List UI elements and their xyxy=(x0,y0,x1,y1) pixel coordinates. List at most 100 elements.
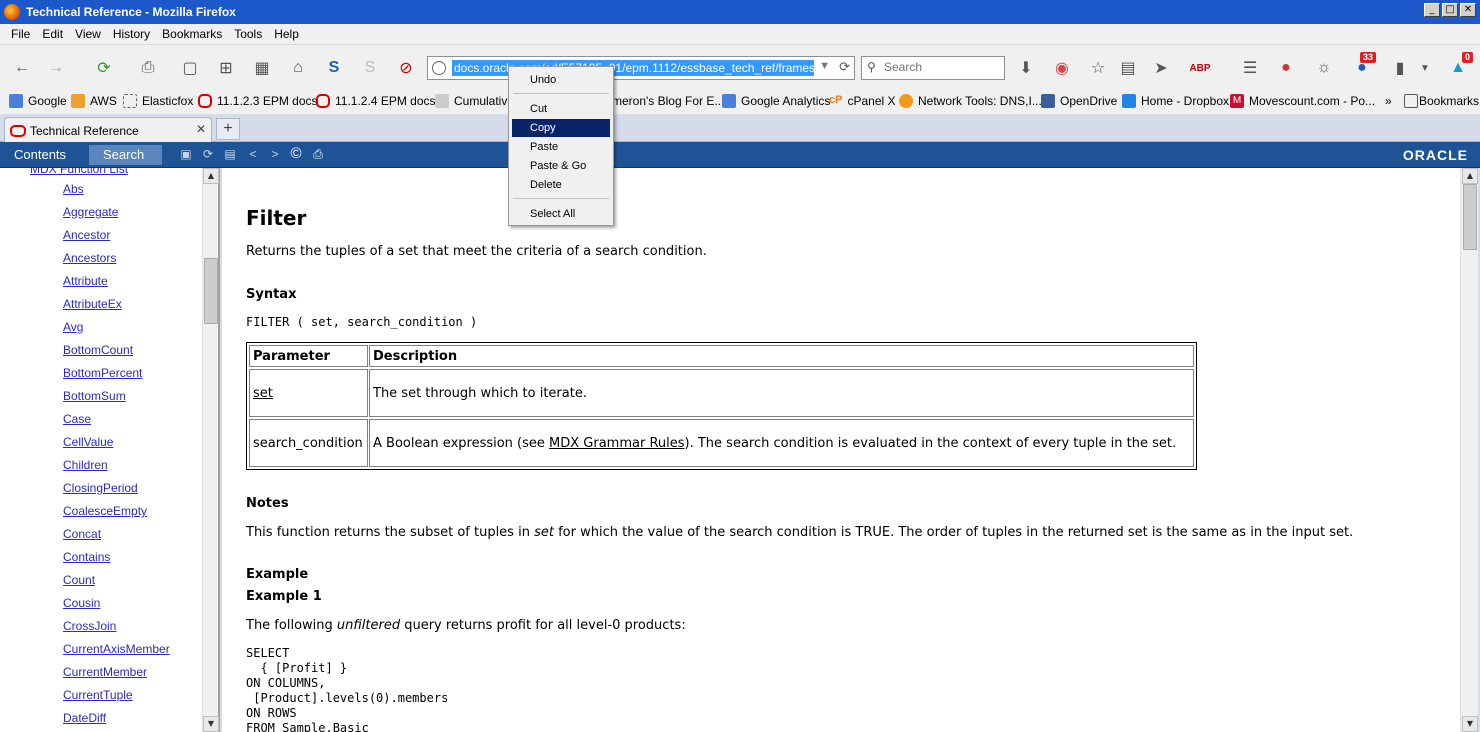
list-header-link[interactable]: MDX Function List xyxy=(30,168,128,176)
bookmark-cumulative[interactable]: Cumulative xyxy=(435,94,514,108)
bookmark-dropbox[interactable]: Home - Dropbox xyxy=(1122,94,1229,108)
battery-icon[interactable]: ▮ xyxy=(1390,58,1410,78)
scroll-thumb[interactable] xyxy=(204,258,218,324)
reload-icon[interactable]: ⟳ xyxy=(839,59,850,75)
star-icon[interactable]: ☆ xyxy=(1088,58,1108,78)
menu-item-copy[interactable]: Copy xyxy=(512,119,610,137)
menu-help[interactable]: Help xyxy=(274,27,299,41)
addon-orange-icon[interactable]: ◉ xyxy=(1052,58,1072,78)
menu-item-delete[interactable]: Delete xyxy=(512,176,610,194)
bookmark-elasticfox[interactable]: Elasticfox xyxy=(123,94,193,108)
menu-view[interactable]: View xyxy=(75,27,101,41)
bookmark-epm-11123[interactable]: 11.1.2.3 EPM docs xyxy=(198,94,318,108)
adblock-icon[interactable]: ABP xyxy=(1189,58,1210,78)
nav-link[interactable]: Concat xyxy=(63,527,101,541)
back-icon[interactable]: ← xyxy=(12,58,32,78)
nav-link[interactable]: AttributeEx xyxy=(63,297,122,311)
menu-tools[interactable]: Tools xyxy=(234,27,262,41)
bookmark-google-analytics[interactable]: Google Analytics xyxy=(722,94,830,108)
param-link[interactable]: set xyxy=(253,386,273,401)
grid-icon[interactable]: ▦ xyxy=(252,58,272,78)
nav-link[interactable]: ClosingPeriod xyxy=(63,481,138,495)
sync-toc-icon[interactable]: ⟳ xyxy=(201,147,215,161)
overflow-icon[interactable]: ▼ xyxy=(1415,58,1435,78)
search-box[interactable]: ⚲ xyxy=(861,56,1005,80)
nav-link[interactable]: Attribute xyxy=(63,274,108,288)
nav-link[interactable]: Contains xyxy=(63,550,110,564)
hamburger-icon[interactable]: ☰ xyxy=(1240,58,1260,78)
maximize-button[interactable]: □ xyxy=(1442,3,1458,17)
nav-link[interactable]: CrossJoin xyxy=(63,619,116,633)
print-icon[interactable]: ⎙ xyxy=(138,58,158,78)
bookmark-cpanel[interactable]: cP cPanel X xyxy=(829,94,896,108)
nav-link[interactable]: BottomPercent xyxy=(63,366,142,380)
bookmark-opendrive[interactable]: OpenDrive xyxy=(1041,94,1117,108)
close-tab-icon[interactable]: ✕ xyxy=(196,122,206,136)
new-tab-button[interactable]: + xyxy=(216,118,240,140)
tab-contents[interactable]: Contents xyxy=(8,145,72,165)
nav-link[interactable]: BottomSum xyxy=(63,389,126,403)
menu-item-undo[interactable]: Undo xyxy=(512,71,610,89)
menu-edit[interactable]: Edit xyxy=(42,27,63,41)
window-icon[interactable]: ▣ xyxy=(179,147,193,161)
new-window-icon[interactable]: ▢ xyxy=(180,58,200,78)
url-bar[interactable]: docs.oracle.com/cd/E57185_01/epm.1112/es… xyxy=(427,56,855,80)
url-text[interactable]: docs.oracle.com/cd/E57185_01/epm.1112/es… xyxy=(452,60,814,76)
search-input[interactable] xyxy=(884,60,1002,74)
download-icon[interactable]: ⬇ xyxy=(1016,58,1036,78)
nav-link[interactable]: Ancestors xyxy=(63,251,116,265)
blocked-addon-icon[interactable]: ⊘ xyxy=(396,58,416,78)
nav-link[interactable]: CellValue xyxy=(63,435,113,449)
left-scrollbar[interactable]: ▲ ▼ xyxy=(202,168,219,732)
copyright-icon[interactable]: © xyxy=(289,146,303,161)
chat-icon[interactable]: ☼ xyxy=(1314,58,1334,78)
minimize-button[interactable]: _ xyxy=(1424,3,1440,17)
scroll-up-icon[interactable]: ▲ xyxy=(203,168,219,184)
menu-item-cut[interactable]: Cut xyxy=(512,100,610,118)
bookmark-movescount[interactable]: M Movescount.com - Po... xyxy=(1230,94,1375,108)
nav-link[interactable]: DateDiff xyxy=(63,711,106,725)
nav-link[interactable]: Cousin xyxy=(63,596,100,610)
menu-item-paste-go[interactable]: Paste & Go xyxy=(512,157,610,175)
tab-search[interactable]: Search xyxy=(89,145,162,165)
print-icon[interactable]: ⎙ xyxy=(311,147,325,161)
reload-addon-icon[interactable]: ⟳ xyxy=(94,58,114,78)
menu-file[interactable]: File xyxy=(11,27,30,41)
menu-bookmarks[interactable]: Bookmarks xyxy=(162,27,222,41)
nav-link[interactable]: Avg xyxy=(63,320,83,334)
nav-link[interactable]: CurrentAxisMember xyxy=(63,642,170,656)
window-title-bar[interactable]: Technical Reference - Mozilla Firefox _ … xyxy=(0,0,1480,24)
nav-link[interactable]: CurrentMember xyxy=(63,665,147,679)
previous-icon[interactable]: < xyxy=(246,147,260,161)
menu-item-select-all[interactable]: Select All xyxy=(512,205,610,223)
nav-link[interactable]: Count xyxy=(63,573,95,587)
nav-link[interactable]: CoalesceEmpty xyxy=(63,504,147,518)
menu-history[interactable]: History xyxy=(113,27,150,41)
scroll-up-icon[interactable]: ▲ xyxy=(1462,168,1478,184)
add-bookmark-icon[interactable]: ⊞ xyxy=(216,58,236,78)
nav-link[interactable]: Abs xyxy=(63,182,84,196)
nav-link[interactable]: CurrentTuple xyxy=(63,688,133,702)
red-addon-icon[interactable]: ● xyxy=(1276,58,1296,78)
scroll-thumb[interactable] xyxy=(1463,184,1477,250)
send-icon[interactable]: ➤ xyxy=(1151,58,1171,78)
content-scrollbar[interactable]: ▲ ▼ xyxy=(1460,168,1478,732)
next-icon[interactable]: > xyxy=(268,147,282,161)
close-window-button[interactable]: ✕ xyxy=(1460,3,1476,17)
nav-link[interactable]: Children xyxy=(63,458,108,472)
sync-icon[interactable]: S xyxy=(360,58,380,78)
nav-link[interactable]: Aggregate xyxy=(63,205,118,219)
bookmark-network-tools[interactable]: Network Tools: DNS,I... xyxy=(899,94,1042,108)
scroll-down-icon[interactable]: ▼ xyxy=(1462,716,1478,732)
bookmark-google[interactable]: Google xyxy=(9,94,67,108)
bookmarks-overflow[interactable]: » xyxy=(1385,94,1392,108)
forward-icon[interactable]: → xyxy=(46,58,66,78)
home-icon[interactable]: ⌂ xyxy=(288,58,308,78)
s-addon-icon[interactable]: S xyxy=(324,58,344,78)
pages-icon[interactable]: ▤ xyxy=(223,147,237,161)
nav-link[interactable]: Ancestor xyxy=(63,228,110,242)
tab-technical-reference[interactable]: Technical Reference ✕ xyxy=(4,117,212,143)
nav-link[interactable]: BottomCount xyxy=(63,343,133,357)
bookmark-epm-11124[interactable]: 11.1.2.4 EPM docs xyxy=(316,94,436,108)
bookmark-blog[interactable]: meron's Blog For E... xyxy=(612,94,724,108)
